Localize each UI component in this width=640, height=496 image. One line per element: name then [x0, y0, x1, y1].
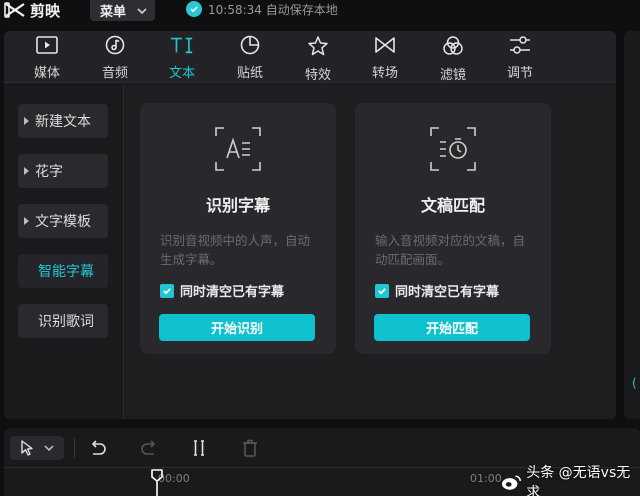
- transition-icon: [373, 35, 397, 55]
- player-panel-edge: [624, 31, 640, 419]
- playhead-handle-icon[interactable]: [150, 468, 164, 496]
- toolbar-divider: [74, 438, 75, 458]
- start-recognize-button[interactable]: 开始识别: [159, 314, 315, 341]
- tab-media[interactable]: 媒体: [17, 35, 77, 81]
- card-description: 识别音视频中的人声，自动生成字幕。: [160, 233, 311, 267]
- smart-subtitle-content: 识别字幕 识别音视频中的人声，自动生成字幕。 同时清空已有字幕 开始识别 文稿匹…: [125, 84, 616, 419]
- redo-icon: [141, 440, 156, 455]
- sidebar-item-label: 花字: [35, 164, 63, 180]
- watermark-text: 头条 @无语vs无求: [526, 465, 631, 496]
- tab-label: 特效: [304, 68, 331, 83]
- sidebar-item-new-text[interactable]: 新建文本: [18, 104, 108, 138]
- tab-transition[interactable]: 转场: [355, 35, 415, 81]
- category-toolbar: 媒体 音频 文本 贴纸 特效 转场 滤镜 调节: [4, 31, 616, 83]
- checkbox-label: 同时清空已有字幕: [180, 285, 285, 300]
- sidebar-item-label: 新建文本: [35, 114, 91, 130]
- split-icon: [194, 440, 204, 456]
- autosave-status: 10:58:34 自动保存本地: [186, 0, 338, 18]
- tab-text[interactable]: 文本: [152, 35, 212, 81]
- tab-effects[interactable]: 特效: [288, 35, 348, 83]
- weibo-logo-icon: [501, 475, 522, 490]
- media-icon: [35, 35, 59, 55]
- expand-arrow-icon: [24, 217, 29, 225]
- sidebar-item-label: 文字模板: [35, 214, 91, 230]
- tab-filter[interactable]: 滤镜: [423, 35, 483, 83]
- split-button[interactable]: [187, 436, 211, 460]
- audio-icon: [103, 35, 127, 55]
- undo-button[interactable]: [86, 436, 110, 460]
- expand-arrow-icon: [24, 167, 29, 175]
- tab-label: 音频: [101, 66, 128, 81]
- player-edge-glyph: (: [632, 376, 637, 390]
- tab-audio[interactable]: 音频: [85, 35, 145, 81]
- check-circle-icon: [186, 1, 202, 17]
- sidebar-item-text-template[interactable]: 文字模板: [18, 204, 108, 238]
- checkbox-checked-icon[interactable]: [160, 283, 174, 298]
- select-tool-button[interactable]: [10, 436, 64, 460]
- tab-sticker[interactable]: 贴纸: [220, 35, 280, 81]
- time-label-minute: 01:00: [470, 472, 502, 485]
- chevron-down-icon: [44, 445, 54, 452]
- sticker-icon: [238, 35, 262, 55]
- redo-button[interactable]: [137, 436, 161, 460]
- sidebar-item-label: 识别歌词: [38, 314, 94, 330]
- checkbox-checked-icon[interactable]: [375, 283, 389, 298]
- select-icon: [21, 440, 33, 456]
- expand-arrow-icon: [24, 117, 29, 125]
- title-bar: 剪映 菜单 10:58:34 自动保存本地: [0, 0, 640, 30]
- sidebar-item-recognize-lyrics[interactable]: 识别歌词: [18, 304, 108, 338]
- tab-label: 媒体: [33, 66, 60, 81]
- tab-label: 文本: [168, 66, 195, 81]
- main-menu-button[interactable]: 菜单: [90, 0, 155, 21]
- recognize-subtitle-card: 识别字幕 识别音视频中的人声，自动生成字幕。 同时清空已有字幕 开始识别: [140, 103, 336, 354]
- sidebar-item-label: 智能字幕: [38, 264, 94, 280]
- delete-button[interactable]: [238, 436, 262, 460]
- material-panel: 媒体 音频 文本 贴纸 特效 转场 滤镜 调节 新建文本 花字 文字模板 智能字…: [4, 31, 616, 419]
- tab-label: 贴纸: [236, 66, 263, 81]
- adjust-icon: [508, 35, 532, 55]
- filter-icon: [441, 35, 465, 57]
- tab-adjust[interactable]: 调节: [490, 35, 550, 81]
- undo-icon: [91, 440, 106, 455]
- sidebar-item-fancy-text[interactable]: 花字: [18, 154, 108, 188]
- tab-label: 转场: [371, 66, 398, 81]
- card-title: 识别字幕: [205, 196, 270, 215]
- sidebar-item-smart-subtitle[interactable]: 智能字幕: [18, 254, 108, 288]
- tab-label: 调节: [506, 66, 533, 81]
- app-name: 剪映: [30, 1, 61, 20]
- card-title: 文稿匹配: [420, 196, 485, 215]
- menu-label: 菜单: [100, 5, 127, 20]
- app-logo: 剪映: [4, 0, 60, 20]
- chevron-down-icon: [137, 7, 147, 14]
- effects-icon: [306, 35, 330, 57]
- checkbox-label: 同时清空已有字幕: [395, 285, 500, 300]
- clear-subtitles-checkbox[interactable]: 同时清空已有字幕: [375, 281, 499, 300]
- delete-icon: [243, 439, 257, 457]
- watermark: 头条 @无语vs无求: [501, 462, 640, 496]
- clear-subtitles-checkbox[interactable]: 同时清空已有字幕: [160, 281, 284, 300]
- text-icon: [170, 35, 194, 55]
- capcut-logo-icon: [4, 2, 25, 18]
- recognize-subtitle-icon: [215, 127, 261, 171]
- script-match-card: 文稿匹配 输入音视频对应的文稿，自动匹配画面。 同时清空已有字幕 开始匹配: [355, 103, 551, 354]
- start-match-button[interactable]: 开始匹配: [374, 314, 530, 341]
- text-sidebar: 新建文本 花字 文字模板 智能字幕 识别歌词: [4, 84, 124, 419]
- script-match-icon: [430, 127, 476, 171]
- tab-label: 滤镜: [439, 68, 466, 83]
- autosave-text: 10:58:34 自动保存本地: [208, 2, 338, 17]
- card-description: 输入音视频对应的文稿，自动匹配画面。: [375, 233, 526, 267]
